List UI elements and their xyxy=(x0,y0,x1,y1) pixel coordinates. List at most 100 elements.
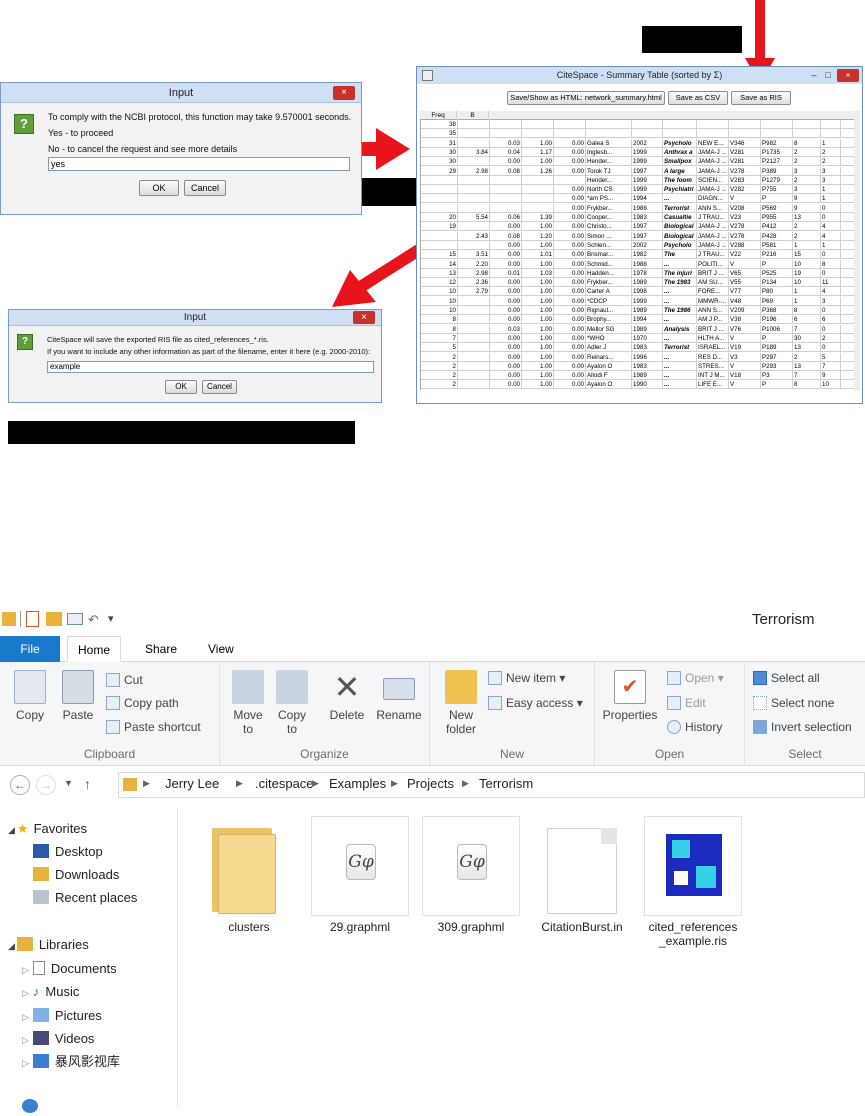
close-icon[interactable]: × xyxy=(837,69,859,82)
new-item-button[interactable]: New item ▾ xyxy=(488,670,565,686)
ok-button[interactable]: OK xyxy=(165,380,197,394)
file-item-309-graphml[interactable]: Gφ 309.graphml xyxy=(421,816,521,934)
nav-recent-places[interactable]: Recent places xyxy=(33,889,137,907)
nav-music[interactable]: ▷ ♪ Music xyxy=(22,983,79,1002)
table-row[interactable]: 14 2.20 0.00 1.00 0.00 Schmid... 1988... POLITI… xyxy=(421,259,860,269)
file-item-clusters[interactable]: clusters xyxy=(199,816,299,934)
rename-button[interactable]: Rename xyxy=(373,670,425,722)
table-row[interactable]: 31 0.03 1.00 0.00 Galea S 2002 Psycholo NEW E..… xyxy=(421,138,860,148)
save-html-button[interactable]: Save/Show as HTML: network_summary.html xyxy=(507,91,665,105)
table-row[interactable]: 13 2.98 0.01 1.03 0.00 Hadden... 1978 The injur… xyxy=(421,268,860,278)
breadcrumb-item[interactable]: Projects xyxy=(407,776,454,791)
nav-documents[interactable]: ▷ Documents xyxy=(22,960,117,979)
chevron-down-icon[interactable]: ▾ xyxy=(108,612,114,625)
delete-button[interactable]: ✕ Delete xyxy=(324,670,370,722)
nav-baofeng[interactable]: ▷ 暴风影视库 xyxy=(22,1053,120,1072)
table-row[interactable]: 7 0.00 1.00 0.00 *WHO 1970... HLTH A... V P 30 2 xyxy=(421,333,860,343)
file-item-29-graphml[interactable]: Gφ 29.graphml xyxy=(310,816,410,934)
new-folder-quick-icon[interactable] xyxy=(46,612,62,626)
table-row[interactable]: 0.00 1.00 0.00 Schlen... 2002 Psycholo JAMA-J … xyxy=(421,240,860,250)
back-arrow-icon[interactable]: ← xyxy=(10,775,30,795)
save-ris-button[interactable]: Save as RIS xyxy=(731,91,791,105)
nav-videos[interactable]: ▷ Videos xyxy=(22,1030,94,1049)
nav-homegroup-partial[interactable] xyxy=(22,1098,44,1116)
nav-favorites[interactable]: ◢ ★ Favorites xyxy=(8,820,87,839)
vertical-scrollbar[interactable] xyxy=(854,111,860,391)
move-to-button[interactable]: Move to xyxy=(228,670,268,736)
select-none-button[interactable]: Select none xyxy=(753,695,834,711)
dialog-text-input[interactable]: yes xyxy=(48,157,350,171)
close-icon[interactable]: × xyxy=(333,86,355,100)
undo-quick-icon[interactable]: ↶ xyxy=(88,612,99,628)
table-row[interactable]: 0.00 North CS 1999 Psychiatri JAMA-J ... V282… xyxy=(421,185,860,195)
open-button[interactable]: Open ▾ xyxy=(667,670,724,686)
dialog-text-input[interactable]: example xyxy=(47,361,374,373)
table-row[interactable]: Hender... 1999 The foom SCIEN... V283 P1279 2 3 xyxy=(421,175,860,185)
forward-arrow-icon[interactable]: → xyxy=(36,775,56,795)
table-row[interactable]: 20 5.54 0.06 1.39 0.00 Cooper... 1983 Casualtie… xyxy=(421,213,860,222)
table-row[interactable]: 5 0.00 1.00 0.00 Adler J 1983 Terrorist ISRAEL.… xyxy=(421,343,860,353)
rename-quick-icon[interactable] xyxy=(67,613,83,625)
table-row[interactable]: 2.43 0.08 1.20 0.00 Simon ... 1997 Biological J… xyxy=(421,231,860,241)
table-row[interactable]: 29 2.98 0.08 1.26 0.00 Torok TJ 1997 A large JAM… xyxy=(421,166,860,176)
minimize-icon[interactable]: – xyxy=(808,69,820,81)
table-row[interactable]: 2 0.00 1.00 0.00 Ayalon O 1990... LIFE E... V P 8… xyxy=(421,380,860,390)
column-header[interactable]: Freq xyxy=(420,111,457,120)
table-row[interactable]: 2 0.00 1.00 0.00 Reinars... 1996... RES D... V3… xyxy=(421,352,860,362)
tab-share[interactable]: Share xyxy=(135,636,187,662)
table-row[interactable]: 2 0.00 1.00 0.00 Allodi F 1989... INT J M... V1… xyxy=(421,371,860,381)
nav-downloads[interactable]: Downloads xyxy=(33,866,119,884)
invert-selection-button[interactable]: Invert selection xyxy=(753,719,852,735)
table-row[interactable]: 2 0.00 1.00 0.00 Ayalon O 1983... STRES... V P29… xyxy=(421,361,860,371)
table-row[interactable]: 15 3.51 0.00 1.01 0.00 Brismar... 1982 The J TRA… xyxy=(421,250,860,260)
nav-pictures[interactable]: ▷ Pictures xyxy=(22,1007,102,1026)
maximize-icon[interactable]: □ xyxy=(822,69,834,81)
file-item-cited-references-ris[interactable]: cited_references _example.ris xyxy=(643,816,743,948)
copy-to-button[interactable]: Copy to xyxy=(272,670,312,736)
breadcrumb-item[interactable]: Terrorism xyxy=(479,776,533,791)
properties-quick-icon[interactable] xyxy=(26,611,39,627)
table-cell: P xyxy=(761,333,793,343)
cut-button[interactable]: Cut xyxy=(106,672,143,688)
table-row[interactable]: 8 0.03 1.00 0.00 Mellor SG 1989 Analysis BRIT J… xyxy=(421,324,860,334)
copy-button[interactable]: Copy xyxy=(8,670,52,722)
edit-button[interactable]: Edit xyxy=(667,695,706,711)
nav-libraries[interactable]: ◢ Libraries xyxy=(8,936,89,955)
cancel-button[interactable]: Cancel xyxy=(184,180,226,196)
paste-button[interactable]: Paste xyxy=(56,670,100,722)
easy-access-button[interactable]: Easy access ▾ xyxy=(488,695,583,711)
chevron-down-icon[interactable]: ▼ xyxy=(64,778,73,788)
select-all-button[interactable]: Select all xyxy=(753,670,820,686)
table-row[interactable]: 10 0.00 1.00 0.00 *CDCP 1999... MMWR-... V48 P69… xyxy=(421,296,860,306)
table-row[interactable]: 12 2.36 0.00 1.00 0.00 Frykber... 1989 The 1983… xyxy=(421,278,860,288)
table-row[interactable]: 30 0.00 1.00 0.00 Hender... 1999 Smallpox JAMA-… xyxy=(421,157,860,167)
table-row[interactable]: 35 xyxy=(421,129,860,139)
table-row[interactable]: 10 2.79 0.00 1.00 0.00 Carter A 1998... FORE...… xyxy=(421,287,860,297)
properties-button[interactable]: ✔ Properties xyxy=(599,670,661,722)
table-row[interactable]: 0.00 *am PS... 1994... DIAGN... V P 9 1 xyxy=(421,194,860,204)
file-item-citationburst[interactable]: CitationBurst.in xyxy=(532,816,632,934)
table-row[interactable]: 10 0.00 1.00 0.00 Rignaul... 1989 The 1986 ANN … xyxy=(421,306,860,315)
tab-home[interactable]: Home xyxy=(67,636,122,662)
table-row[interactable]: 38 xyxy=(421,120,860,129)
table-row[interactable]: 0.00 Frykber... 1988 Terrorist ANN S... V208 P… xyxy=(421,203,860,213)
nav-desktop[interactable]: Desktop xyxy=(33,843,103,861)
column-header[interactable]: B xyxy=(457,111,489,120)
breadcrumb-item[interactable]: .citespace xyxy=(255,776,314,791)
close-icon[interactable]: × xyxy=(353,311,375,324)
table-row[interactable]: 30 3.84 0.04 1.17 0.00 Inglesb... 1999 Anthrax … xyxy=(421,147,860,157)
breadcrumb-item[interactable]: Examples xyxy=(329,776,386,791)
copy-path-button[interactable]: Copy path xyxy=(106,695,179,711)
tab-file[interactable]: File xyxy=(0,636,60,662)
tab-view[interactable]: View xyxy=(198,636,244,662)
table-row[interactable]: 19 0.00 1.00 0.00 Christo... 1997 Biological JA… xyxy=(421,222,860,232)
ok-button[interactable]: OK xyxy=(139,180,179,196)
breadcrumb-item[interactable]: Jerry Lee xyxy=(165,776,219,791)
cancel-button[interactable]: Cancel xyxy=(202,380,237,394)
save-csv-button[interactable]: Save as CSV xyxy=(668,91,728,105)
history-button[interactable]: History xyxy=(667,719,722,735)
up-arrow-icon[interactable]: ↑ xyxy=(84,776,91,792)
table-row[interactable]: 8 0.00 1.00 0.00 Brophy... 1994... AM J P... V3… xyxy=(421,315,860,325)
paste-shortcut-button[interactable]: Paste shortcut xyxy=(106,719,201,735)
new-folder-button[interactable]: New folder xyxy=(438,670,484,736)
